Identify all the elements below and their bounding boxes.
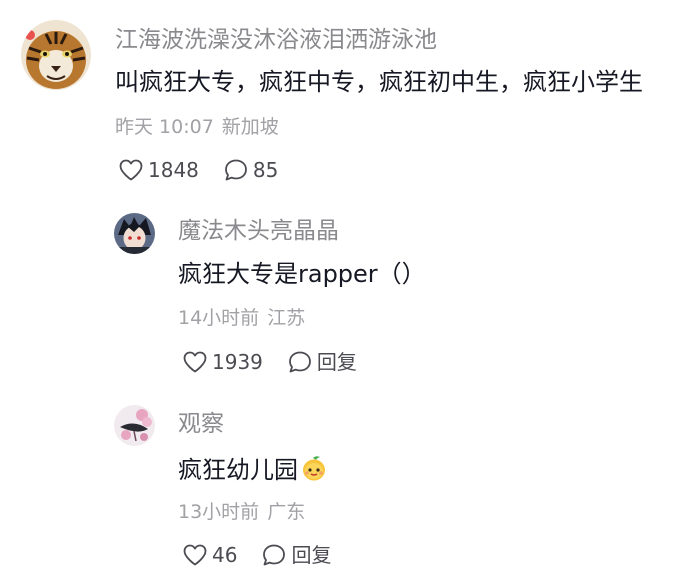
reply-text-container: 疯狂幼儿园 [178, 454, 328, 486]
anime-character-avatar-icon[interactable] [114, 213, 155, 254]
heart-icon [183, 351, 207, 373]
reply-button[interactable]: 回复 [261, 543, 331, 567]
reply-meta: 14小时前 江苏 [178, 309, 305, 328]
reply-location: 江苏 [267, 307, 306, 329]
like-button[interactable]: 46 [182, 543, 237, 567]
reply-label: 回复 [316, 350, 357, 374]
like-button[interactable]: 1939 [182, 350, 263, 374]
comment-text: 叫疯狂大专，疯狂中专，疯狂初中生，疯狂小学生 [115, 68, 643, 96]
comment-bubble-icon [263, 544, 286, 566]
reply-text: 疯狂幼儿园 [178, 456, 298, 484]
comment-bubble-icon [225, 159, 247, 181]
like-count: 1939 [212, 350, 263, 374]
reply-author[interactable]: 观察 [178, 413, 224, 436]
flower-avatar-icon[interactable] [114, 405, 155, 446]
reply-label: 回复 [291, 543, 332, 567]
reply-count: 85 [252, 158, 279, 182]
reply-time: 13小时前 [178, 501, 260, 523]
comment-time: 昨天 10:07 [115, 116, 214, 138]
reply-button[interactable]: 85 [223, 158, 278, 182]
like-count: 1848 [148, 158, 199, 182]
mango-face-emoji-icon [300, 454, 328, 486]
reply-text: 疯狂大专是rapper（） [178, 260, 426, 288]
reply-meta: 13小时前 广东 [178, 503, 305, 522]
comment-actions: 1848 85 [118, 158, 278, 182]
reply-button[interactable]: 回复 [287, 350, 357, 374]
reply-actions: 1939 回复 [182, 350, 357, 374]
comment-meta: 昨天 10:07 新加坡 [115, 118, 279, 137]
tiger-avatar-icon[interactable] [21, 20, 91, 90]
heart-icon [119, 159, 143, 181]
reply-location: 广东 [267, 501, 306, 523]
reply-author[interactable]: 魔法木头亮晶晶 [178, 220, 339, 243]
reply-time: 14小时前 [178, 307, 260, 329]
like-button[interactable]: 1848 [118, 158, 199, 182]
comment-author[interactable]: 江海波洗澡没沐浴液泪洒游泳池 [115, 29, 437, 52]
reply-actions: 46 回复 [182, 543, 331, 567]
comment-location: 新加坡 [221, 116, 279, 138]
like-count: 46 [212, 543, 238, 567]
heart-icon [183, 544, 207, 566]
comment-bubble-icon [289, 351, 311, 373]
